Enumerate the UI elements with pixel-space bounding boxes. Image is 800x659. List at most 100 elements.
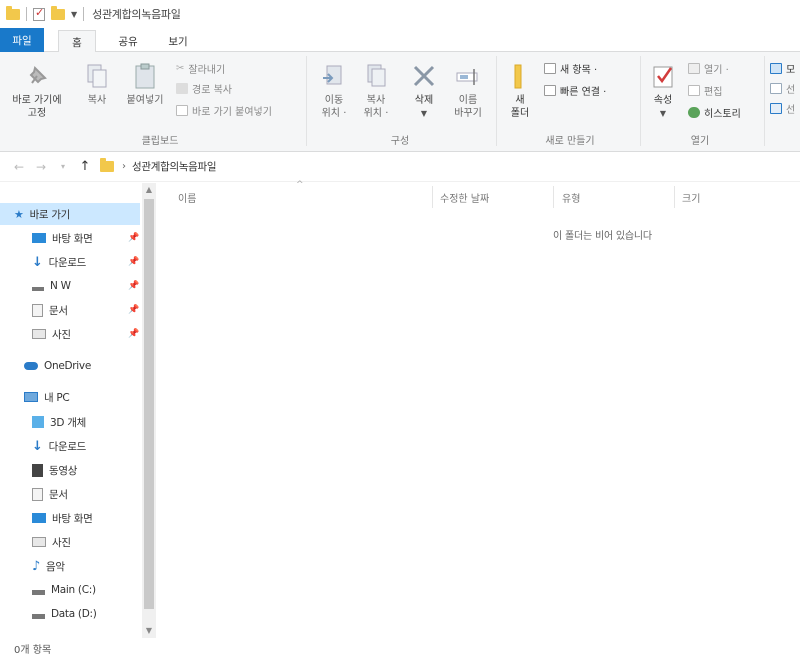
properties-label: 속성: [653, 95, 673, 106]
cut-button[interactable]: ✂ 잘라내기: [176, 60, 225, 76]
tab-share[interactable]: 공유: [108, 30, 148, 52]
sidebar-item-data-drive[interactable]: Data (D:): [32, 603, 97, 625]
sidebar-item-downloads[interactable]: ↓ 다운로드: [32, 251, 86, 273]
sidebar-item-onedrive[interactable]: OneDrive: [24, 355, 91, 377]
ribbon: 바로 가기에 고정 복사 붙여넣기 ✂ 잘라내기 경로 복사 바로 가기 붙여넣기…: [0, 52, 800, 152]
status-item-count: 0개 항목: [14, 645, 52, 656]
move-to-button[interactable]: 이동 위치 ·: [314, 62, 354, 120]
download-icon: ↓: [32, 254, 43, 270]
sidebar-item-label: 바탕 화면: [52, 512, 93, 525]
address-bar: ← → ▾ ↑ › 성관계합의녹음파일: [0, 152, 800, 182]
edit-label: 편집: [704, 86, 723, 98]
scissors-icon: ✂: [176, 62, 185, 74]
select-none-icon: [770, 82, 782, 94]
copy-to-button[interactable]: 복사 위치 ·: [356, 62, 396, 120]
back-arrow-icon[interactable]: ←: [8, 160, 30, 174]
sidebar-item-nw[interactable]: N W: [32, 275, 71, 297]
delete-button[interactable]: 삭제 ▼: [404, 62, 444, 120]
properties-qat-icon[interactable]: [33, 6, 45, 21]
tab-home[interactable]: 홈: [58, 30, 96, 53]
drive-icon: [32, 590, 45, 595]
qat-separator: [26, 7, 27, 21]
column-header-size[interactable]: 크기: [682, 190, 700, 206]
tab-file[interactable]: 파일: [0, 28, 44, 52]
qat-separator: [83, 7, 85, 21]
scroll-up-icon[interactable]: ▲: [142, 183, 156, 197]
sidebar-item-pc-downloads[interactable]: ↓ 다운로드: [32, 435, 86, 457]
document-icon: [32, 303, 43, 317]
ribbon-divider: [764, 56, 765, 146]
column-divider[interactable]: [674, 186, 675, 208]
column-header-name[interactable]: 이름: [178, 190, 196, 206]
properties-dropdown-icon[interactable]: ▼: [646, 107, 680, 120]
sidebar-item-quick-access[interactable]: ★ 바로 가기: [0, 203, 140, 225]
open-label: 열기 ·: [704, 64, 729, 76]
organize-group-label: 구성: [390, 136, 410, 147]
qat-dropdown-icon[interactable]: ▼: [71, 10, 77, 19]
column-header-type[interactable]: 유형: [562, 190, 580, 206]
document-icon: [32, 487, 43, 501]
music-icon: ♪: [32, 558, 40, 574]
new-folder-qat-icon[interactable]: [51, 5, 65, 20]
sidebar-item-pc-pictures[interactable]: 사진: [32, 531, 71, 553]
sidebar-item-label: 문서: [49, 488, 68, 501]
tab-view[interactable]: 보기: [158, 30, 198, 52]
empty-folder-message: 이 폴더는 비어 있습니다: [553, 231, 652, 242]
breadcrumb[interactable]: 성관계합의녹음파일: [132, 159, 217, 174]
sidebar-item-label: Main (C:): [51, 584, 96, 596]
pin-quick-access-button[interactable]: 바로 가기에 고정: [4, 62, 70, 120]
pictures-icon: [32, 537, 46, 547]
sidebar-item-pc-documents[interactable]: 문서: [32, 483, 68, 505]
easy-access-button[interactable]: 빠른 연결 ·: [544, 82, 606, 98]
sidebar-item-documents[interactable]: 문서: [32, 299, 68, 321]
sidebar-item-this-pc[interactable]: 내 PC: [24, 386, 70, 408]
column-divider[interactable]: [432, 186, 433, 208]
sidebar-item-desktop[interactable]: 바탕 화면: [32, 227, 93, 249]
paste-shortcut-button[interactable]: 바로 가기 붙여넣기: [176, 102, 272, 118]
paste-button[interactable]: 붙여넣기: [118, 62, 172, 107]
easy-access-label: 빠른 연결 ·: [560, 86, 607, 98]
properties-button[interactable]: 속성 ▼: [646, 62, 680, 120]
column-header-modified[interactable]: 수정한 날짜: [440, 190, 489, 206]
sidebar-item-label: 동영상: [49, 464, 78, 477]
select-all-button[interactable]: 모: [770, 60, 795, 76]
sidebar-scrollbar[interactable]: ▲ ▼: [142, 183, 156, 638]
new-folder-button[interactable]: 새 폴더: [502, 62, 538, 120]
invert-selection-button[interactable]: 선: [770, 100, 795, 116]
column-divider[interactable]: [553, 186, 554, 208]
history-label: 히스토리: [704, 108, 741, 120]
up-arrow-icon[interactable]: ↑: [74, 159, 96, 174]
sort-up-icon: ^: [296, 180, 304, 190]
new-item-button[interactable]: 새 항목 ·: [544, 60, 597, 76]
scroll-thumb[interactable]: [144, 199, 154, 609]
ribbon-tabs: 파일 홈 공유 보기: [0, 28, 800, 53]
scroll-down-icon[interactable]: ▼: [142, 624, 156, 638]
sidebar-item-label: OneDrive: [44, 360, 91, 372]
sidebar-item-videos[interactable]: 동영상: [32, 459, 77, 481]
sidebar-item-3d-objects[interactable]: 3D 개체: [32, 411, 86, 433]
paste-shortcut-label: 바로 가기 붙여넣기: [192, 106, 272, 118]
edit-button[interactable]: 편집: [688, 82, 722, 98]
breadcrumb-separator: ›: [122, 161, 126, 172]
move-to-label: 이동 위치 ·: [321, 95, 347, 119]
sidebar-item-pc-desktop[interactable]: 바탕 화면: [32, 507, 93, 529]
history-button[interactable]: 히스토리: [688, 104, 741, 120]
open-button[interactable]: 열기 ·: [688, 60, 729, 76]
select-none-button[interactable]: 선: [770, 80, 795, 96]
copy-path-button[interactable]: 경로 복사: [176, 80, 232, 96]
new-folder-icon: [506, 62, 534, 90]
sidebar-item-label: 다운로드: [48, 440, 87, 453]
new-group-label: 새로 만들기: [545, 136, 595, 147]
sidebar-item-pictures[interactable]: 사진: [32, 323, 71, 345]
rename-button[interactable]: 이름 바꾸기: [446, 62, 490, 120]
delete-dropdown-icon[interactable]: ▼: [404, 107, 444, 120]
sidebar-item-main-drive[interactable]: Main (C:): [32, 579, 96, 601]
copy-label: 복사: [87, 95, 107, 106]
recent-dropdown-icon[interactable]: ▾: [52, 162, 74, 171]
sidebar-item-label: 문서: [49, 304, 68, 317]
delete-label: 삭제: [414, 95, 434, 106]
forward-arrow-icon[interactable]: →: [30, 160, 52, 174]
sidebar-item-music[interactable]: ♪ 음악: [32, 555, 65, 577]
copy-icon: [83, 62, 111, 90]
copy-button[interactable]: 복사: [80, 62, 114, 107]
